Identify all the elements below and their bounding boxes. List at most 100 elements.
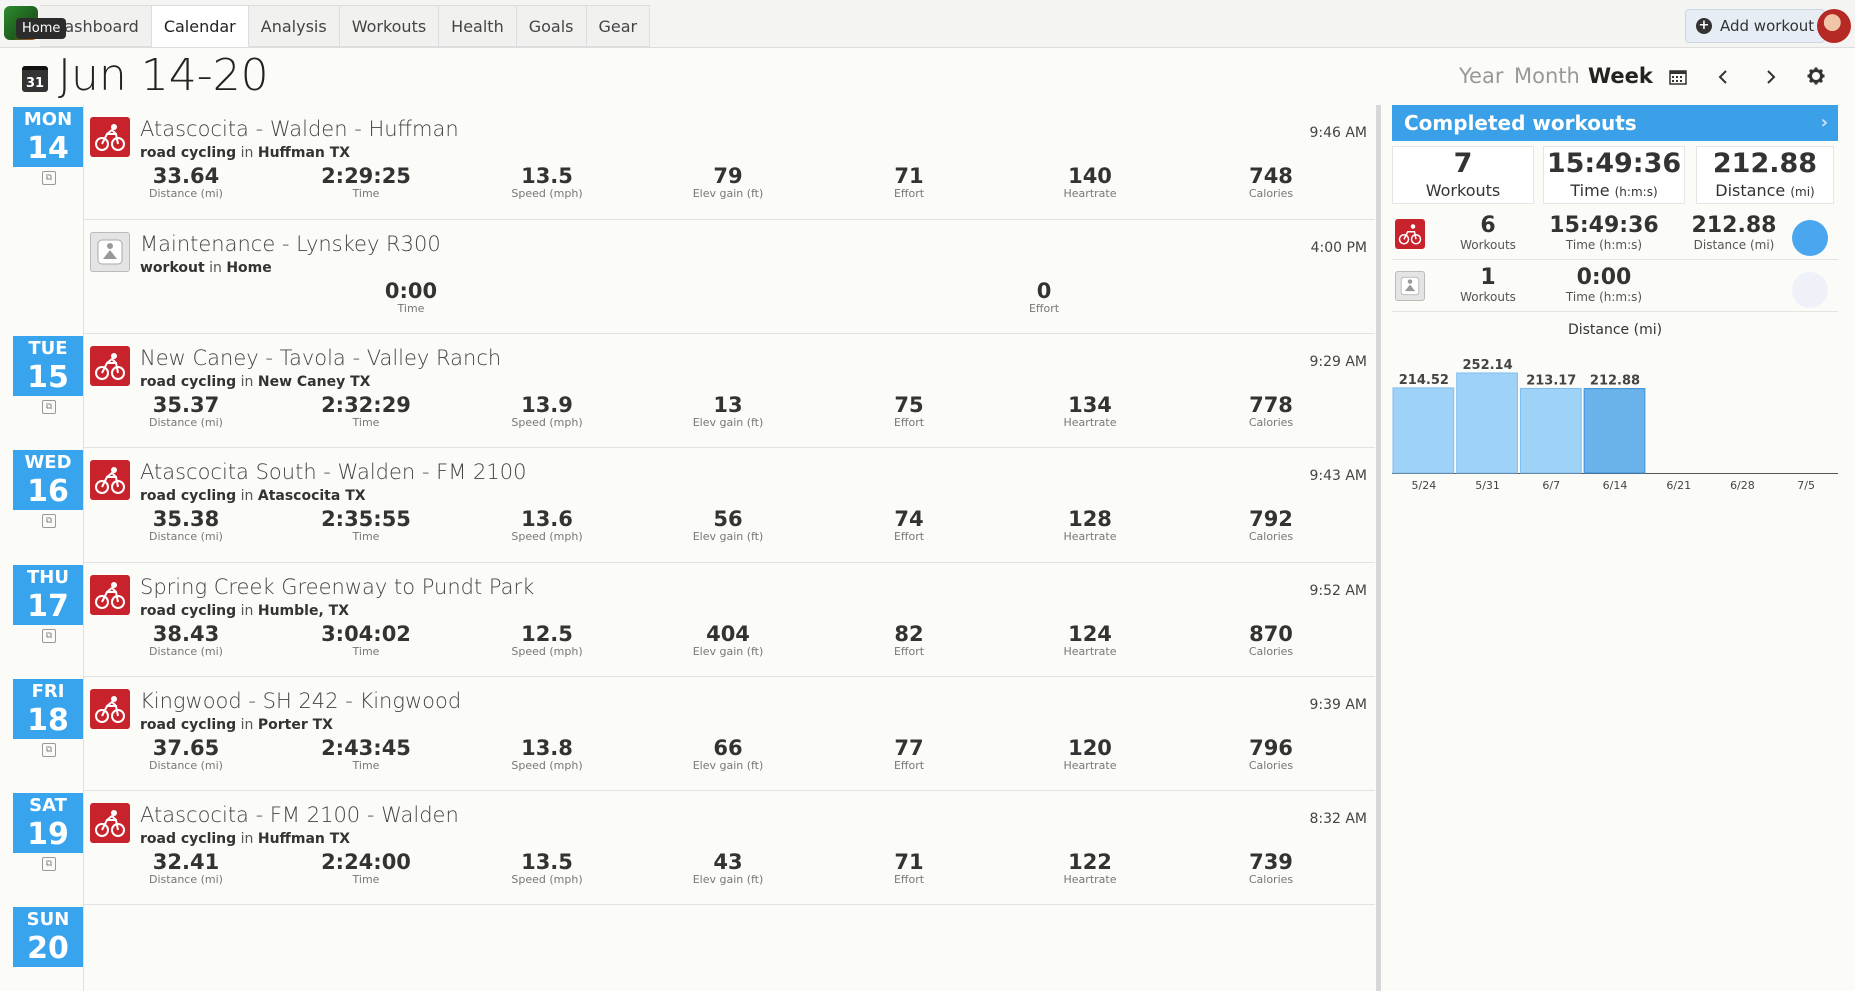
- workout-start-time: 9:43 AM: [1309, 468, 1367, 484]
- next-week-icon[interactable]: [1765, 66, 1777, 90]
- link-icon[interactable]: ⧉: [42, 400, 56, 414]
- stat-label: Elev gain (ft): [692, 645, 764, 658]
- stat-calories: 748 Calories: [1196, 165, 1346, 200]
- workout-row[interactable]: New Caney - Tavola - Valley Ranch road c…: [84, 334, 1375, 448]
- day-badge-tue[interactable]: TUE 15: [13, 336, 83, 396]
- chart-bar[interactable]: [1392, 387, 1455, 474]
- stat-time: 0:00 Time: [336, 280, 486, 315]
- workout-row[interactable]: Maintenance - Lynskey R300 workout in Ho…: [84, 220, 1375, 334]
- workout-start-time: 8:32 AM: [1309, 811, 1367, 827]
- stat-distance: 38.43 Distance (mi): [111, 623, 261, 658]
- stat-value: 778: [1249, 393, 1293, 417]
- workout-in: in: [240, 145, 254, 161]
- stat-value: 38.43: [152, 622, 220, 646]
- chart-tick-label: 5/31: [1475, 479, 1500, 492]
- road-cycling-icon: [90, 346, 130, 386]
- total-time-unit: (h:m:s): [1614, 185, 1658, 199]
- workout-row[interactable]: Kingwood - SH 242 - Kingwood road cyclin…: [84, 677, 1375, 791]
- workout-location: Atascocita TX: [257, 488, 366, 504]
- workout-row[interactable]: Atascocita - FM 2100 - Walden road cycli…: [84, 791, 1375, 905]
- day-date: 19: [27, 817, 69, 852]
- link-icon[interactable]: ⧉: [42, 743, 56, 757]
- link-icon[interactable]: ⧉: [42, 857, 56, 871]
- stat-value: 13.8: [521, 736, 573, 760]
- total-time-text: Time: [1570, 181, 1610, 200]
- view-week-button[interactable]: Week: [1588, 64, 1653, 88]
- day-badge-thu[interactable]: THU 17: [13, 565, 83, 625]
- tab-workouts[interactable]: Workouts: [339, 5, 440, 47]
- summary-row-cycling[interactable]: 6 Workouts 15:49:36 Time (h:m:s) 212.88 Dis…: [1392, 210, 1838, 260]
- chart-bar[interactable]: [1519, 387, 1582, 474]
- previous-week-icon[interactable]: [1717, 66, 1729, 90]
- workout-title[interactable]: Maintenance - Lynskey R300: [140, 232, 441, 256]
- panel-splitter[interactable]: [1376, 105, 1381, 991]
- link-icon[interactable]: ⧉: [42, 171, 56, 185]
- day-badge-sat[interactable]: SAT 19: [13, 793, 83, 853]
- stat-label: Speed (mph): [511, 645, 583, 658]
- stat-label: Time: [352, 759, 380, 772]
- stat-value: 43: [713, 850, 743, 874]
- chart-bar[interactable]: [1583, 388, 1646, 474]
- day-date: 18: [27, 703, 69, 738]
- link-icon[interactable]: ⧉: [42, 629, 56, 643]
- add-workout-button[interactable]: + Add workout: [1685, 9, 1826, 43]
- workout-title[interactable]: Spring Creek Greenway to Pundt Park: [140, 575, 534, 599]
- workout-row[interactable]: Atascocita South - Walden - FM 2100 road…: [84, 448, 1375, 563]
- workout-in: in: [240, 488, 254, 504]
- tab-gear[interactable]: Gear: [586, 5, 651, 47]
- tab-calendar[interactable]: Calendar: [151, 5, 249, 47]
- workout-type: road cycling: [140, 717, 237, 733]
- stat-speed: 13.5 Speed (mph): [472, 851, 622, 886]
- tab-analysis[interactable]: Analysis: [248, 5, 340, 47]
- tab-goals[interactable]: Goals: [516, 5, 587, 47]
- workout-title[interactable]: New Caney - Tavola - Valley Ranch: [140, 346, 501, 370]
- stat-label: Elev gain (ft): [692, 187, 764, 200]
- stat-label: Effort: [893, 759, 925, 772]
- summary-value: 1: [1480, 265, 1496, 290]
- day-date: 14: [27, 131, 69, 166]
- stat-label: Calories: [1248, 759, 1294, 772]
- stat-elev-gain: 66 Elev gain (ft): [653, 737, 803, 772]
- total-distance-value: 212.88: [1712, 148, 1818, 179]
- chart-tick-label: 6/7: [1542, 479, 1560, 492]
- stat-calories: 739 Calories: [1196, 851, 1346, 886]
- stat-value: 12.5: [521, 622, 573, 646]
- stat-speed: 13.9 Speed (mph): [472, 394, 622, 429]
- stat-distance: 35.37 Distance (mi): [111, 394, 261, 429]
- chevron-right-icon: ›: [1820, 112, 1828, 133]
- day-badge-wed[interactable]: WED 16: [13, 450, 83, 510]
- user-avatar[interactable]: [1817, 9, 1851, 43]
- workout-title[interactable]: Atascocita South - Walden - FM 2100: [140, 460, 526, 484]
- chart-tick-label: 7/5: [1797, 479, 1815, 492]
- workout-type: road cycling: [140, 145, 237, 161]
- view-year-button[interactable]: Year: [1459, 64, 1503, 88]
- summary-label: Time (h:m:s): [1565, 238, 1643, 252]
- workout-row[interactable]: Spring Creek Greenway to Pundt Park road…: [84, 563, 1375, 677]
- view-month-button[interactable]: Month: [1514, 64, 1580, 88]
- tab-health[interactable]: Health: [439, 5, 517, 47]
- workout-subtitle: road cycling in Porter TX: [140, 717, 333, 733]
- day-badge-fri[interactable]: FRI 18: [13, 679, 83, 739]
- stat-speed: 13.5 Speed (mph): [472, 165, 622, 200]
- settings-gear-icon[interactable]: [1807, 66, 1825, 90]
- day-badge-mon[interactable]: MON 14: [13, 107, 83, 167]
- date-picker-icon[interactable]: [1669, 66, 1687, 90]
- workout-title[interactable]: Atascocita - Walden - Huffman: [140, 117, 459, 141]
- road-cycling-icon: [90, 117, 130, 157]
- stat-value: 77: [894, 736, 924, 760]
- day-badge-sun[interactable]: SUN 20: [13, 907, 83, 967]
- stat-value: 2:43:45: [321, 736, 411, 760]
- summary-row-workout[interactable]: 1 Workouts 0:00 Time (h:m:s): [1392, 262, 1838, 312]
- road-cycling-icon: [90, 803, 130, 843]
- chart-tick-label: 6/28: [1730, 479, 1755, 492]
- workout-title[interactable]: Atascocita - FM 2100 - Walden: [140, 803, 459, 827]
- day-date: 17: [27, 589, 69, 624]
- stat-value: 74: [894, 507, 924, 531]
- completed-workouts-header[interactable]: Completed workouts ›: [1392, 105, 1838, 141]
- stat-label: Heartrate: [1063, 759, 1117, 772]
- chart-bar[interactable]: [1456, 372, 1518, 474]
- workout-title[interactable]: Kingwood - SH 242 - Kingwood: [140, 689, 461, 713]
- stat-label: Distance (mi): [149, 873, 223, 886]
- workout-row[interactable]: Atascocita - Walden - Huffman road cycli…: [84, 105, 1375, 220]
- link-icon[interactable]: ⧉: [42, 514, 56, 528]
